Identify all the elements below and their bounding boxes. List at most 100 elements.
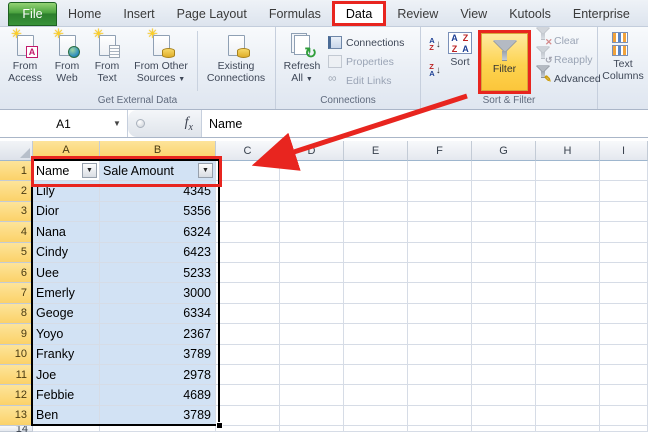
name-cell[interactable]: Emerly [33, 283, 100, 303]
amount-cell[interactable]: 3789 [100, 345, 216, 365]
amount-cell[interactable]: 2978 [100, 365, 216, 385]
name-cell[interactable]: Febbie [33, 385, 100, 405]
tab-view[interactable]: View [449, 2, 498, 26]
table-row: 2Lily4345 [0, 181, 648, 201]
amount-cell[interactable]: 6324 [100, 222, 216, 242]
collapse-dot-icon[interactable] [136, 119, 145, 128]
tab-formulas[interactable]: Formulas [258, 2, 332, 26]
row-header[interactable]: 8 [0, 304, 33, 324]
from-text-button[interactable]: ✳ From Text [87, 29, 127, 93]
amount-cell[interactable]: 6423 [100, 243, 216, 263]
column-header-e[interactable]: E [344, 141, 408, 161]
connections-icon [328, 36, 342, 49]
column-header-d[interactable]: D [280, 141, 344, 161]
name-cell[interactable]: Lily [33, 181, 100, 201]
divider [197, 31, 198, 91]
row-header[interactable]: 3 [0, 202, 33, 222]
name-cell[interactable]: Dior [33, 202, 100, 222]
amount-cell[interactable]: 5233 [100, 263, 216, 283]
row-header[interactable]: 11 [0, 365, 33, 385]
name-cell[interactable]: Geoge [33, 304, 100, 324]
sort-az-button[interactable]: AZ↓ [424, 33, 446, 55]
amount-cell[interactable]: 3000 [100, 283, 216, 303]
tab-file[interactable]: File [8, 2, 57, 26]
row-header[interactable]: 5 [0, 243, 33, 263]
tab-insert[interactable]: Insert [112, 2, 165, 26]
advanced-filter-button[interactable]: ✎ Advanced [533, 69, 604, 88]
name-cell[interactable]: Cindy [33, 243, 100, 263]
existing-connections-button[interactable]: Existing Connections [200, 29, 272, 93]
text-to-columns-icon [610, 32, 636, 56]
fill-handle[interactable] [216, 422, 223, 429]
group-get-external-data: ✳A From Access ✳ From Web ✳ From Text ✳ … [0, 27, 276, 109]
amount-cell[interactable]: 4689 [100, 385, 216, 405]
group-sort-filter: AZ↓ ZA↓ AZZA Sort Filter ✕ Clear [421, 27, 598, 109]
refresh-icon: ↻ [289, 32, 315, 58]
name-cell[interactable]: Yoyo [33, 324, 100, 344]
row-header[interactable]: 7 [0, 283, 33, 303]
tab-kutools[interactable]: Kutools [498, 2, 562, 26]
name-cell[interactable]: Nana [33, 222, 100, 242]
sort-za-button[interactable]: ZA↓ [424, 59, 446, 81]
name-cell[interactable]: Ben [33, 406, 100, 426]
edit-links-button[interactable]: Edit Links [325, 71, 407, 90]
group-label-connections: Connections [276, 94, 420, 109]
from-access-button[interactable]: ✳A From Access [3, 29, 47, 93]
tab-review[interactable]: Review [386, 2, 449, 26]
sort-icon: AZZA [448, 32, 472, 54]
name-cell[interactable]: Joe [33, 365, 100, 385]
cell-a1[interactable]: Name ▼ [33, 161, 100, 181]
name-cell[interactable]: Uee [33, 263, 100, 283]
column-header-g[interactable]: G [472, 141, 536, 161]
edit-links-icon [328, 74, 342, 87]
insert-function-icon[interactable]: fx [185, 115, 193, 133]
row-header[interactable]: 2 [0, 181, 33, 201]
row-header[interactable]: 10 [0, 345, 33, 365]
filter-dropdown-sale-amount[interactable]: ▼ [198, 163, 213, 178]
amount-cell[interactable]: 4345 [100, 181, 216, 201]
name-box[interactable]: A1 ▼ [0, 110, 128, 137]
from-text-icon: ✳ [95, 32, 119, 58]
amount-cell[interactable]: 6334 [100, 304, 216, 324]
select-all-corner[interactable] [0, 141, 33, 161]
properties-button[interactable]: Properties [325, 52, 407, 71]
column-header-b[interactable]: B [100, 141, 216, 161]
advanced-filter-icon: ✎ [536, 72, 550, 85]
filter-button[interactable]: Filter [481, 33, 528, 91]
tab-page-layout[interactable]: Page Layout [166, 2, 258, 26]
connections-button[interactable]: Connections [325, 33, 407, 52]
dropdown-arrow-icon: ▼ [178, 76, 185, 83]
row-header[interactable]: 6 [0, 263, 33, 283]
row-header[interactable]: 13 [0, 406, 33, 426]
formula-bar: A1 ▼ fx Name [0, 110, 648, 138]
column-header-h[interactable]: H [536, 141, 600, 161]
filter-dropdown-name[interactable]: ▼ [82, 163, 97, 178]
column-header-f[interactable]: F [408, 141, 472, 161]
from-other-sources-button[interactable]: ✳ From Other Sources ▼ [127, 29, 195, 93]
tab-data[interactable]: Data [332, 1, 386, 26]
sort-button[interactable]: AZZA Sort [446, 29, 474, 93]
tab-home[interactable]: Home [57, 2, 112, 26]
refresh-all-button[interactable]: ↻ Refresh All ▼ [279, 29, 325, 93]
row-header[interactable]: 14 [0, 426, 33, 432]
tab-enterprise[interactable]: Enterprise [562, 2, 641, 26]
column-header-i[interactable]: I [600, 141, 648, 161]
amount-cell[interactable]: 2367 [100, 324, 216, 344]
column-header-a[interactable]: A [33, 141, 100, 161]
name-cell[interactable]: Franky [33, 345, 100, 365]
row-header[interactable]: 12 [0, 385, 33, 405]
from-web-button[interactable]: ✳ From Web [47, 29, 87, 93]
text-to-columns-button[interactable]: Text Columns [601, 29, 645, 93]
formula-input[interactable]: Name [202, 110, 648, 137]
from-web-icon: ✳ [55, 32, 79, 58]
row-header[interactable]: 1 [0, 161, 33, 181]
group-label-sort-filter: Sort & Filter [421, 94, 597, 109]
row-header[interactable]: 4 [0, 222, 33, 242]
table-row: 7Emerly3000 [0, 283, 648, 303]
row-header[interactable]: 9 [0, 324, 33, 344]
amount-cell[interactable]: 5356 [100, 202, 216, 222]
column-header-c[interactable]: C [216, 141, 280, 161]
cell-b1[interactable]: Sale Amount ▼ [100, 161, 216, 181]
amount-cell[interactable]: 3789 [100, 406, 216, 426]
name-box-dropdown-icon[interactable]: ▼ [113, 119, 127, 128]
